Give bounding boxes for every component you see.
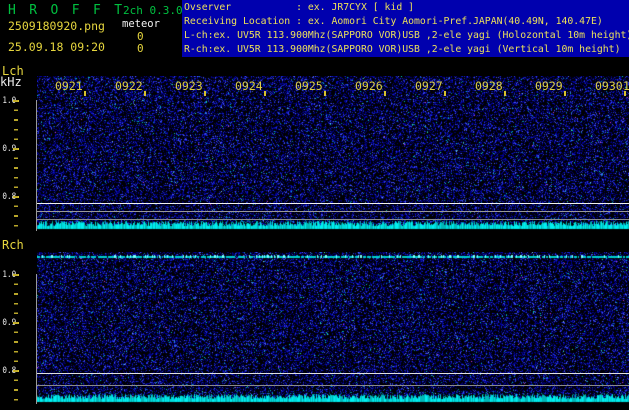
lch-spectrogram — [37, 76, 629, 232]
rch-ref-line-bright — [37, 373, 629, 374]
lch-setup-line: L-ch:ex. UV5R 113.900Mhz(SAPPORO VOR)USB… — [184, 30, 629, 41]
location-line: Receiving Location : ex. Aomori City Aom… — [184, 16, 603, 27]
time-label: 0921 — [55, 79, 83, 93]
time-tick-marks — [84, 91, 627, 96]
lch-ref-line-low — [37, 219, 629, 220]
rch-ref-line-low — [37, 385, 629, 386]
station-info-panel: Ovserver : ex. JR7CYX [ kid ] Receiving … — [182, 0, 629, 57]
khz-unit-label: kHz — [0, 75, 22, 89]
record-datetime: 25.09.18 09:20 — [8, 40, 105, 54]
hrofft-window: H R O F F T 2ch 0.3.0 2509180920.png met… — [0, 0, 629, 410]
lch-minor-ticks — [14, 100, 18, 232]
lch-ref-line-mid — [37, 211, 629, 212]
observer-line: Ovserver : ex. JR7CYX [ kid ] — [184, 2, 414, 13]
app-title: H R O F F T — [8, 3, 125, 18]
meteor-mode-label: meteor — [122, 18, 160, 30]
lch-ref-line-bright — [37, 203, 629, 204]
meteor-count-rch: 0 — [137, 42, 144, 55]
rch-spectrogram — [37, 252, 629, 405]
rch-setup-line: R-ch:ex. UV5R 113.900Mhz(SAPPORO VOR)USB… — [184, 44, 620, 55]
rch-minor-ticks — [14, 274, 18, 406]
rch-label: Rch — [2, 238, 24, 252]
output-filename: 2509180920.png — [8, 19, 105, 33]
app-version: 2ch 0.3.0 — [123, 4, 183, 17]
